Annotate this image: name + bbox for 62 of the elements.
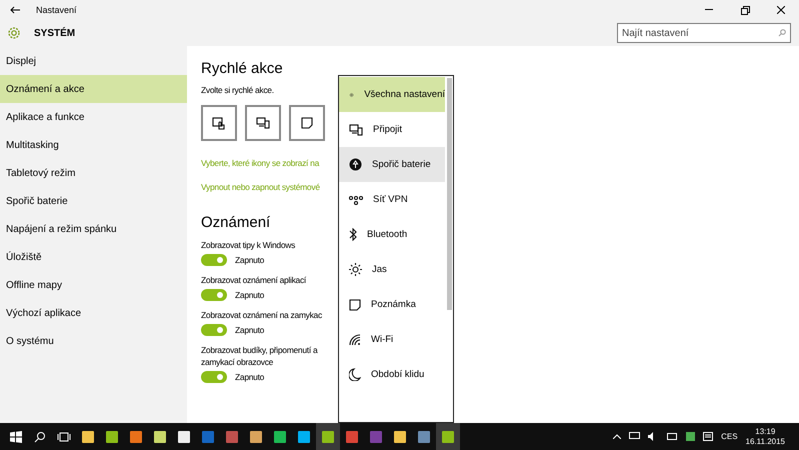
- search-field[interactable]: Najít nastavení: [617, 23, 791, 43]
- toggle-switch[interactable]: [201, 254, 227, 266]
- connect-icon: [256, 117, 270, 129]
- task-view-icon[interactable]: [57, 432, 71, 442]
- setting-label: zamykací obrazovce: [201, 357, 274, 367]
- toggle-state: Zapnuto: [235, 325, 264, 335]
- sidebar-item[interactable]: O systému: [0, 327, 187, 355]
- sidebar-item[interactable]: Napájení a režim spánku: [0, 215, 187, 243]
- sidebar-item[interactable]: Offline mapy: [0, 271, 187, 299]
- toggle-switch[interactable]: [201, 289, 227, 301]
- back-icon[interactable]: [10, 6, 20, 14]
- toggle-state: Zapnuto: [235, 290, 264, 300]
- menu-item[interactable]: Spořič baterie: [339, 147, 445, 182]
- battery-saver-icon: [349, 158, 362, 171]
- moon-icon: [349, 368, 361, 381]
- quick-action-tile[interactable]: [289, 105, 325, 141]
- sidebar-item[interactable]: Výchozí aplikace: [0, 299, 187, 327]
- note-icon: [349, 298, 361, 310]
- tablet-icon: [212, 116, 226, 130]
- windows-start-icon[interactable]: [10, 430, 22, 442]
- note-icon: [301, 117, 313, 129]
- sidebar-item[interactable]: Multitasking: [0, 131, 187, 159]
- language-indicator[interactable]: CES: [721, 432, 738, 441]
- window-title: Nastavení: [36, 5, 77, 15]
- bluetooth-icon: [349, 228, 357, 241]
- wifi-icon: [349, 334, 361, 346]
- setting-label: Zobrazovat oznámení na zamykac: [201, 310, 322, 320]
- setting-label: Zobrazovat oznámení aplikací: [201, 275, 306, 285]
- connect-icon: [349, 124, 363, 136]
- sidebar-item[interactable]: Tabletový režim: [0, 159, 187, 187]
- close-icon: [777, 6, 785, 14]
- toggle-switch[interactable]: [201, 371, 227, 383]
- scrollbar[interactable]: [447, 78, 452, 310]
- gear-icon: [6, 25, 22, 41]
- clock[interactable]: 13:19 16.11.2015: [746, 426, 785, 446]
- setting-label: Zobrazovat budíky, připomenutí a: [201, 345, 318, 355]
- section-heading: Rychlé akce: [201, 60, 283, 79]
- sun-icon: [349, 263, 362, 276]
- toggle-switch[interactable]: [201, 324, 227, 336]
- quick-action-tile[interactable]: [245, 105, 281, 141]
- minimize-icon: [705, 9, 713, 11]
- page-title: SYSTÉM: [34, 28, 76, 38]
- vpn-icon: [349, 194, 363, 204]
- quick-action-tile[interactable]: [201, 105, 237, 141]
- caret-icon[interactable]: [613, 434, 622, 439]
- setting-label: Zobrazovat tipy k Windows: [201, 240, 296, 250]
- notification-icon[interactable]: [703, 432, 714, 442]
- restore-icon: [740, 6, 750, 14]
- sidebar-item[interactable]: Oznámení a akce: [0, 75, 187, 103]
- sidebar-item[interactable]: Aplikace a funkce: [0, 103, 187, 131]
- menu-item[interactable]: Všechna nastavení: [339, 77, 445, 112]
- sidebar-item[interactable]: Spořič baterie: [0, 187, 187, 215]
- sidebar-item[interactable]: Úložiště: [0, 243, 187, 271]
- toggle-state: Zapnuto: [235, 255, 264, 265]
- search-icon: [778, 29, 786, 37]
- search-icon[interactable]: [34, 430, 46, 442]
- sidebar-item[interactable]: Displej: [0, 47, 187, 75]
- section-subtitle: Zvolte si rychlé akce.: [201, 85, 274, 95]
- section-heading: Oznámení: [201, 214, 270, 233]
- toggle-state: Zapnuto: [235, 372, 264, 382]
- battery-icon[interactable]: [667, 433, 678, 440]
- network-icon[interactable]: [629, 432, 640, 441]
